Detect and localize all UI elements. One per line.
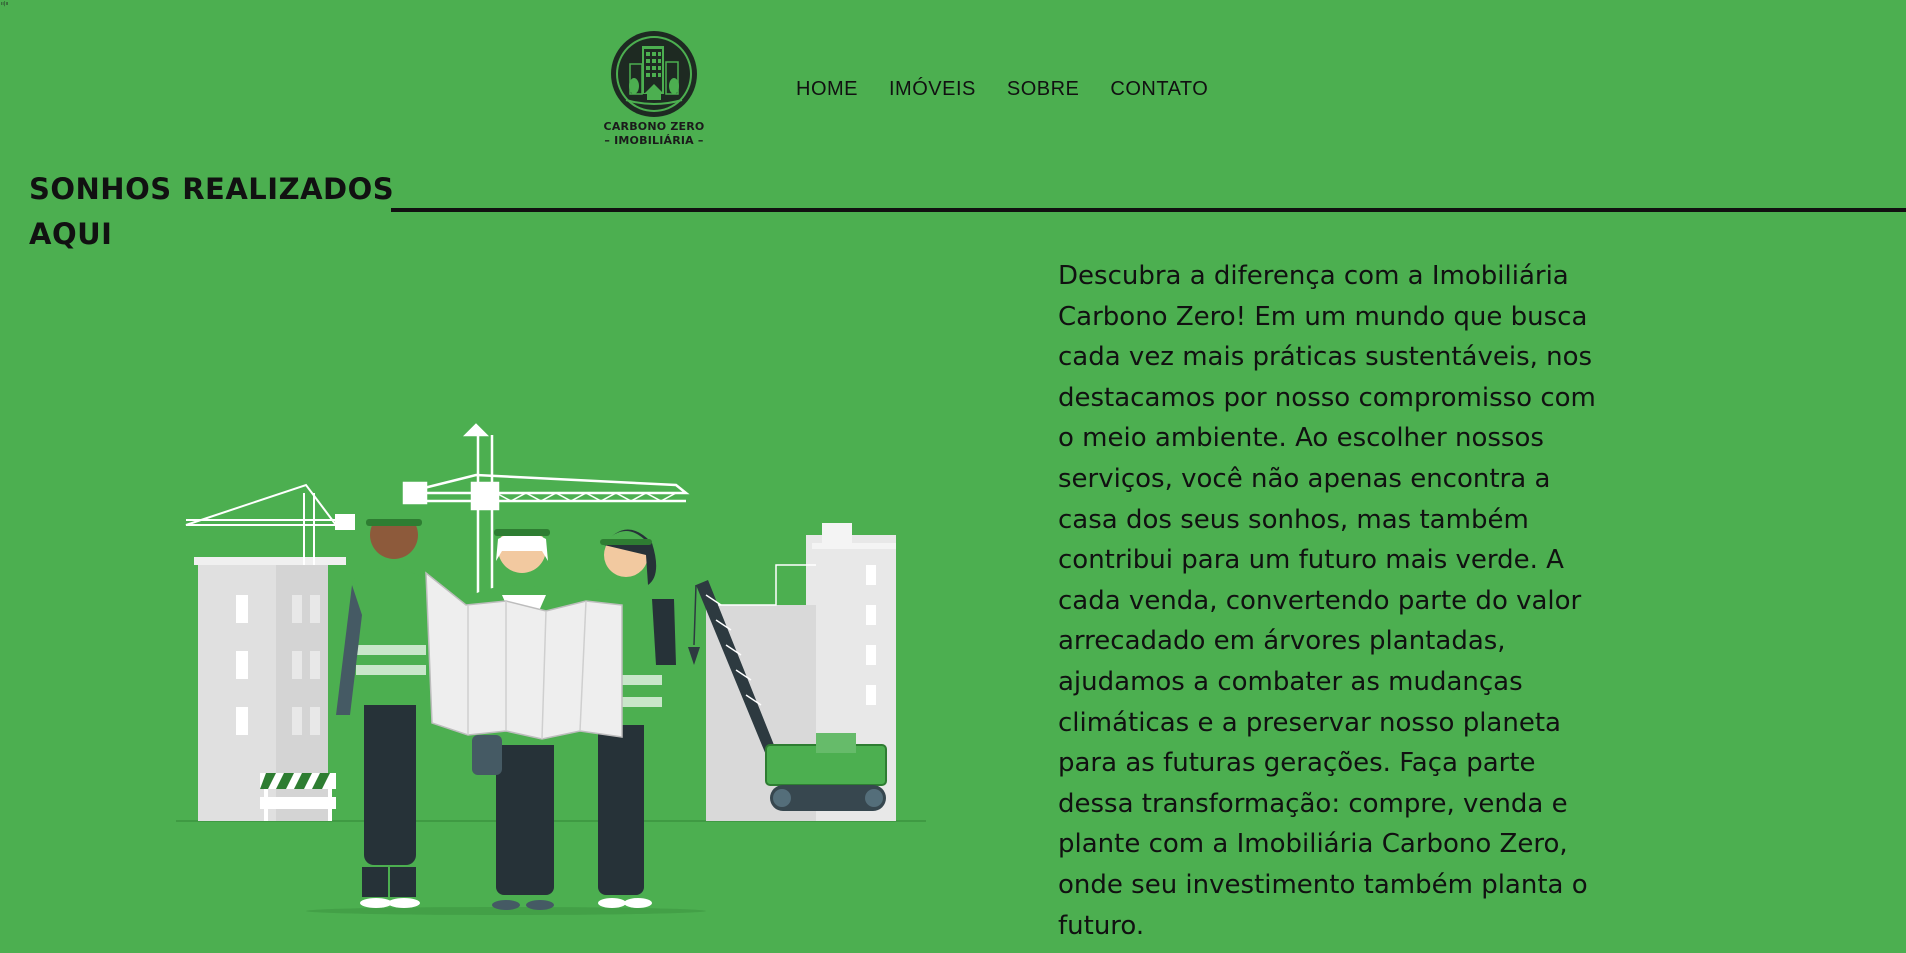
logo-brand-name: CARBONO ZERO bbox=[603, 120, 705, 133]
main-nav: HOME IMÓVEIS SOBRE CONTATO bbox=[796, 78, 1208, 101]
construction-workers-illustration bbox=[176, 423, 926, 915]
nav-item-home[interactable]: HOME bbox=[796, 78, 858, 101]
page-title: SONHOS REALIZADOS AQUI bbox=[29, 172, 395, 251]
logo-brand-subtitle: – IMOBILIÁRIA – bbox=[604, 134, 704, 147]
worker-left bbox=[336, 509, 428, 908]
left-crane bbox=[185, 483, 355, 565]
logo[interactable]: CARBONO ZERO – IMOBILIÁRIA – bbox=[600, 28, 708, 156]
hero-description: Descubra a diferença com a Imobiliária C… bbox=[1058, 261, 1596, 941]
corner-mark: ıı|ıı bbox=[1, 1, 9, 7]
nav-item-sobre[interactable]: SOBRE bbox=[1007, 78, 1080, 101]
nav-item-imoveis[interactable]: IMÓVEIS bbox=[889, 78, 976, 101]
page: ıı|ıı CARBONO ZERO – IMOBILIÁRIA – HOME … bbox=[0, 0, 1906, 953]
building-leaf-logo-icon bbox=[611, 31, 697, 117]
nav-item-contato[interactable]: CONTATO bbox=[1110, 78, 1208, 101]
title-divider bbox=[391, 208, 1906, 212]
